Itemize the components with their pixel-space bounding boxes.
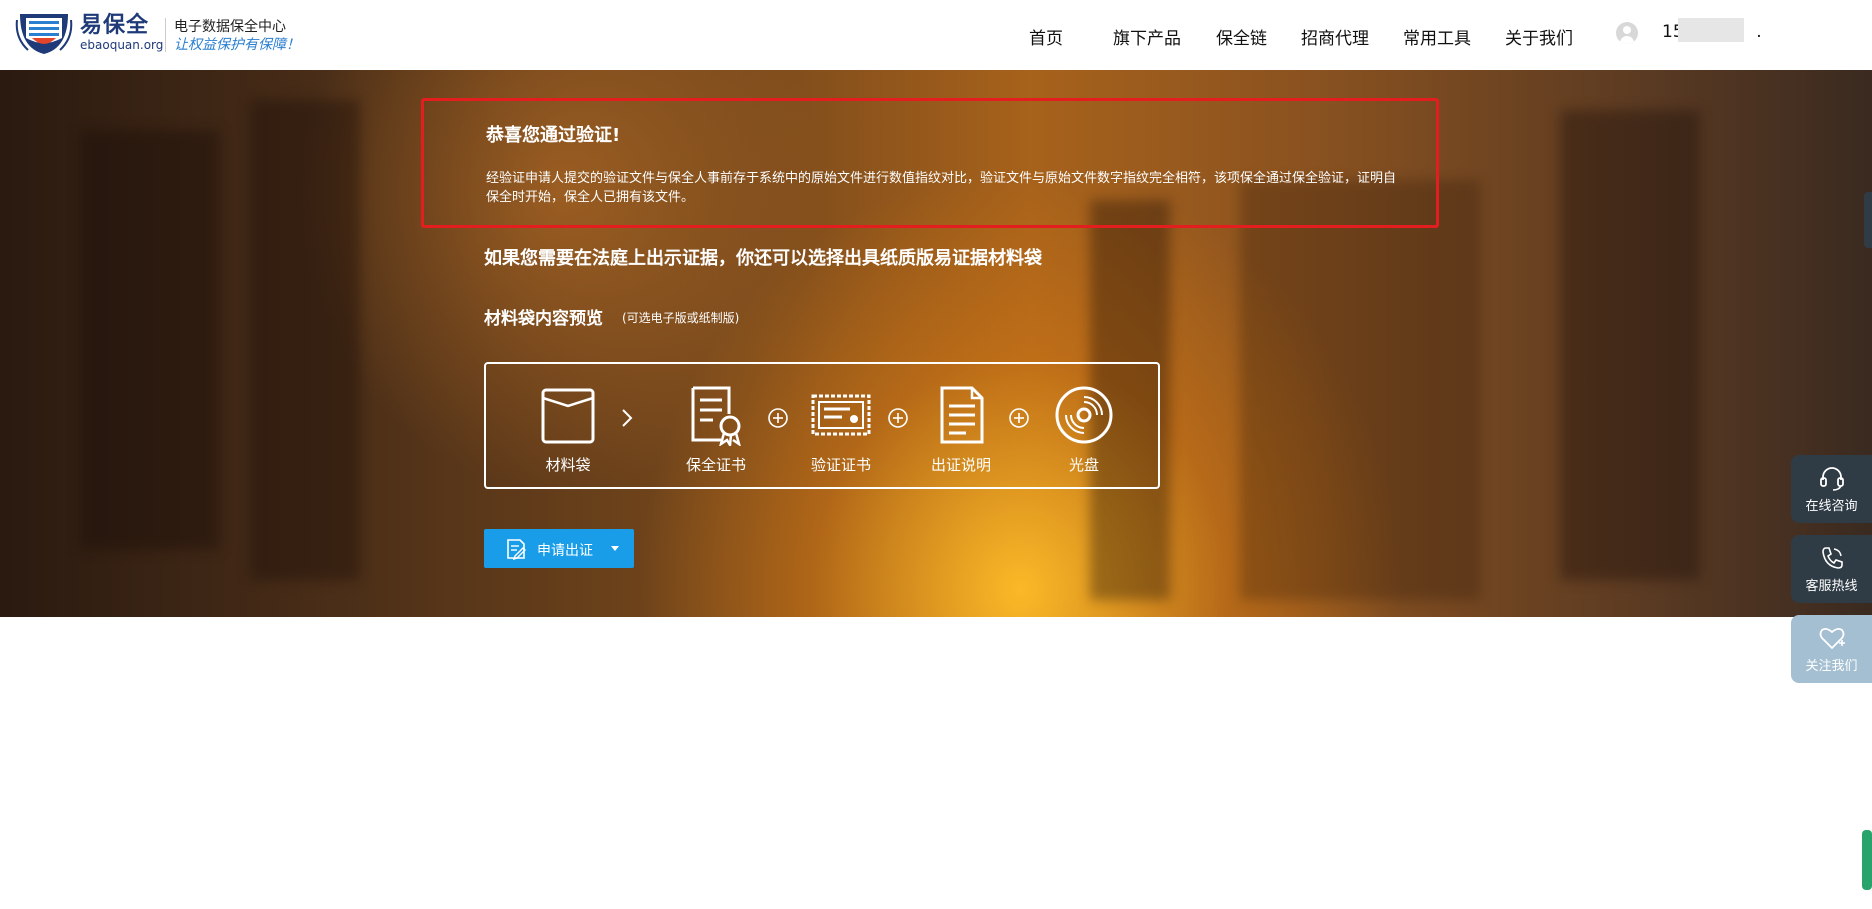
nav-item-agency[interactable]: 招商代理: [1301, 24, 1369, 49]
background-pillar: [80, 130, 220, 550]
verification-title: 恭喜您通过验证!: [486, 125, 621, 146]
package-preview-subtitle: (可选电子版或纸制版): [622, 311, 740, 325]
package-item-verify-certificate: 验证证书: [791, 384, 891, 475]
user-id-redaction: [1678, 18, 1744, 42]
page-scrollbar-thumb[interactable]: [1862, 830, 1872, 890]
chevron-right-icon: [622, 409, 633, 427]
certificate-pen-icon: [507, 539, 526, 561]
brand-slogan: 让权益保护有保障！: [174, 37, 300, 53]
ebaoquan-logo-icon[interactable]: [14, 8, 74, 56]
brand-subtitle: 电子数据保全中心: [174, 19, 286, 35]
verification-description: 经验证申请人提交的验证文件与保全人事前存于系统中的原始文件进行数值指纹对比，验证…: [486, 171, 1397, 205]
verify-certificate-icon: [811, 394, 871, 436]
plus-circle-icon: [888, 408, 908, 428]
background-window: [1240, 180, 1480, 600]
follow-us-button[interactable]: 关注我们: [1791, 615, 1872, 683]
online-consult-label: 在线咨询: [1805, 499, 1858, 514]
package-preview-box: 材料袋 保全证书 验证证书 出证说明 光盘: [484, 362, 1160, 489]
package-item-disc: 光盘: [1034, 384, 1134, 475]
brand-name: 易保全: [80, 13, 150, 38]
nav-item-about[interactable]: 关于我们: [1505, 24, 1573, 49]
headset-icon: [1819, 467, 1844, 491]
folder-icon: [541, 388, 595, 444]
plus-circle-icon: [768, 408, 788, 428]
nav-item-products[interactable]: 旗下产品: [1113, 24, 1181, 49]
package-preview-title: 材料袋内容预览: [484, 309, 603, 329]
online-consult-button[interactable]: 在线咨询: [1791, 455, 1872, 523]
follow-us-label: 关注我们: [1805, 659, 1858, 674]
package-item-label: 材料袋: [545, 456, 591, 474]
service-hotline-button[interactable]: 客服热线: [1791, 535, 1872, 603]
apply-certificate-button[interactable]: 申请出证: [484, 529, 634, 568]
background-pillar: [250, 100, 360, 580]
user-avatar-icon[interactable]: [1616, 22, 1638, 44]
package-item-folder: 材料袋: [518, 384, 618, 475]
document-icon: [940, 386, 984, 444]
phone-icon: [1821, 547, 1843, 569]
nav-item-home[interactable]: 首页: [1029, 24, 1063, 49]
brand[interactable]: 易保全 ebaoquan.org: [80, 13, 164, 53]
disc-icon: [1055, 386, 1113, 444]
service-hotline-label: 客服热线: [1805, 579, 1858, 594]
brand-divider: [165, 18, 166, 52]
site-header: 易保全 ebaoquan.org 电子数据保全中心 让权益保护有保障！ 首页 旗…: [0, 0, 1872, 70]
brand-subtitle-block: 电子数据保全中心 让权益保护有保障！: [174, 18, 300, 54]
package-item-certificate: 保全证书: [666, 384, 766, 475]
background-pillar: [1560, 110, 1700, 580]
side-tab-handle[interactable]: [1864, 192, 1872, 248]
package-item-label: 验证证书: [810, 456, 871, 474]
certificate-icon: [691, 386, 741, 446]
nav-item-chain[interactable]: 保全链: [1216, 24, 1267, 49]
heart-plus-icon: [1819, 627, 1845, 650]
package-item-label: 出证说明: [930, 456, 991, 474]
hero-section: 恭喜您通过验证! 经验证申请人提交的验证文件与保全人事前存于系统中的原始文件进行…: [0, 70, 1872, 617]
chevron-down-icon[interactable]: [611, 546, 619, 551]
package-item-label: 光盘: [1068, 456, 1099, 474]
plus-circle-icon: [1009, 408, 1029, 428]
brand-domain: ebaoquan.org: [80, 38, 164, 52]
apply-certificate-label: 申请出证: [537, 543, 593, 559]
package-item-label: 保全证书: [685, 456, 746, 474]
verification-result-box: 恭喜您通过验证! 经验证申请人提交的验证文件与保全人事前存于系统中的原始文件进行…: [421, 98, 1439, 228]
user-id-suffix: .: [1756, 22, 1762, 42]
package-item-explanation: 出证说明: [911, 384, 1011, 475]
nav-item-tools[interactable]: 常用工具: [1403, 24, 1471, 49]
court-evidence-hint: 如果您需要在法庭上出示证据，你还可以选择出具纸质版易证据材料袋: [484, 248, 1042, 269]
